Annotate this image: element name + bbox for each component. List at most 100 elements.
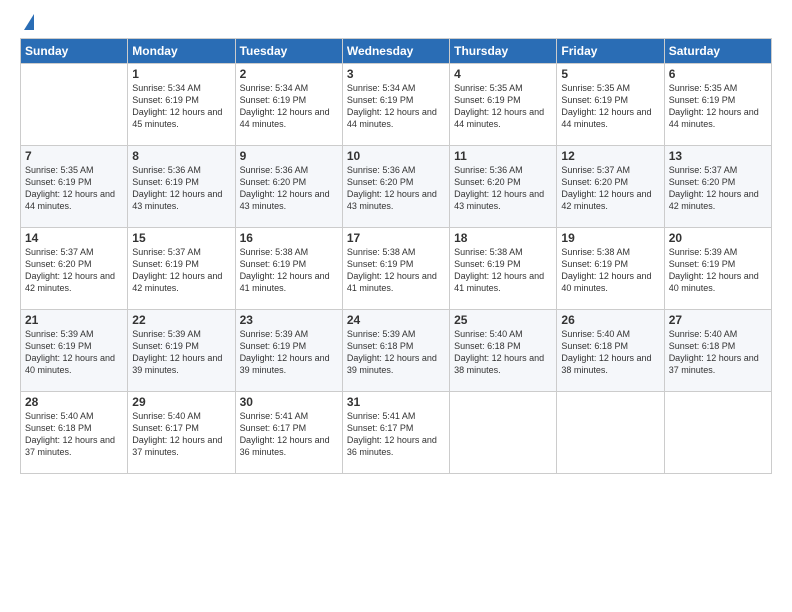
calendar-cell: 10Sunrise: 5:36 AM Sunset: 6:20 PM Dayli… bbox=[342, 146, 449, 228]
day-number: 9 bbox=[240, 149, 338, 163]
day-info: Sunrise: 5:35 AM Sunset: 6:19 PM Dayligh… bbox=[25, 164, 123, 213]
day-number: 26 bbox=[561, 313, 659, 327]
day-number: 8 bbox=[132, 149, 230, 163]
day-number: 16 bbox=[240, 231, 338, 245]
calendar-cell: 28Sunrise: 5:40 AM Sunset: 6:18 PM Dayli… bbox=[21, 392, 128, 474]
day-info: Sunrise: 5:38 AM Sunset: 6:19 PM Dayligh… bbox=[240, 246, 338, 295]
calendar-cell: 1Sunrise: 5:34 AM Sunset: 6:19 PM Daylig… bbox=[128, 64, 235, 146]
day-number: 29 bbox=[132, 395, 230, 409]
day-header-saturday: Saturday bbox=[664, 39, 771, 64]
day-number: 18 bbox=[454, 231, 552, 245]
calendar-cell: 5Sunrise: 5:35 AM Sunset: 6:19 PM Daylig… bbox=[557, 64, 664, 146]
day-info: Sunrise: 5:36 AM Sunset: 6:20 PM Dayligh… bbox=[454, 164, 552, 213]
day-info: Sunrise: 5:39 AM Sunset: 6:19 PM Dayligh… bbox=[669, 246, 767, 295]
day-info: Sunrise: 5:39 AM Sunset: 6:18 PM Dayligh… bbox=[347, 328, 445, 377]
calendar-cell bbox=[664, 392, 771, 474]
day-number: 22 bbox=[132, 313, 230, 327]
day-info: Sunrise: 5:35 AM Sunset: 6:19 PM Dayligh… bbox=[454, 82, 552, 131]
calendar-cell bbox=[21, 64, 128, 146]
calendar-cell: 2Sunrise: 5:34 AM Sunset: 6:19 PM Daylig… bbox=[235, 64, 342, 146]
calendar-cell: 3Sunrise: 5:34 AM Sunset: 6:19 PM Daylig… bbox=[342, 64, 449, 146]
calendar-cell: 8Sunrise: 5:36 AM Sunset: 6:19 PM Daylig… bbox=[128, 146, 235, 228]
day-number: 30 bbox=[240, 395, 338, 409]
day-number: 24 bbox=[347, 313, 445, 327]
calendar-cell: 4Sunrise: 5:35 AM Sunset: 6:19 PM Daylig… bbox=[450, 64, 557, 146]
day-info: Sunrise: 5:35 AM Sunset: 6:19 PM Dayligh… bbox=[561, 82, 659, 131]
header bbox=[20, 18, 772, 30]
calendar-cell: 20Sunrise: 5:39 AM Sunset: 6:19 PM Dayli… bbox=[664, 228, 771, 310]
day-info: Sunrise: 5:37 AM Sunset: 6:19 PM Dayligh… bbox=[132, 246, 230, 295]
calendar-cell bbox=[450, 392, 557, 474]
day-info: Sunrise: 5:41 AM Sunset: 6:17 PM Dayligh… bbox=[347, 410, 445, 459]
day-info: Sunrise: 5:38 AM Sunset: 6:19 PM Dayligh… bbox=[347, 246, 445, 295]
day-number: 25 bbox=[454, 313, 552, 327]
day-number: 31 bbox=[347, 395, 445, 409]
day-info: Sunrise: 5:36 AM Sunset: 6:20 PM Dayligh… bbox=[347, 164, 445, 213]
calendar-cell: 31Sunrise: 5:41 AM Sunset: 6:17 PM Dayli… bbox=[342, 392, 449, 474]
day-info: Sunrise: 5:40 AM Sunset: 6:18 PM Dayligh… bbox=[669, 328, 767, 377]
calendar-cell: 22Sunrise: 5:39 AM Sunset: 6:19 PM Dayli… bbox=[128, 310, 235, 392]
logo-text bbox=[20, 18, 34, 30]
calendar-table: SundayMondayTuesdayWednesdayThursdayFrid… bbox=[20, 38, 772, 474]
day-number: 28 bbox=[25, 395, 123, 409]
day-info: Sunrise: 5:41 AM Sunset: 6:17 PM Dayligh… bbox=[240, 410, 338, 459]
day-number: 7 bbox=[25, 149, 123, 163]
day-info: Sunrise: 5:34 AM Sunset: 6:19 PM Dayligh… bbox=[132, 82, 230, 131]
day-header-sunday: Sunday bbox=[21, 39, 128, 64]
calendar-header-row: SundayMondayTuesdayWednesdayThursdayFrid… bbox=[21, 39, 772, 64]
page: SundayMondayTuesdayWednesdayThursdayFrid… bbox=[0, 0, 792, 612]
day-info: Sunrise: 5:34 AM Sunset: 6:19 PM Dayligh… bbox=[347, 82, 445, 131]
day-header-wednesday: Wednesday bbox=[342, 39, 449, 64]
week-row-2: 14Sunrise: 5:37 AM Sunset: 6:20 PM Dayli… bbox=[21, 228, 772, 310]
day-info: Sunrise: 5:34 AM Sunset: 6:19 PM Dayligh… bbox=[240, 82, 338, 131]
calendar-cell: 16Sunrise: 5:38 AM Sunset: 6:19 PM Dayli… bbox=[235, 228, 342, 310]
calendar-cell: 23Sunrise: 5:39 AM Sunset: 6:19 PM Dayli… bbox=[235, 310, 342, 392]
calendar-cell: 18Sunrise: 5:38 AM Sunset: 6:19 PM Dayli… bbox=[450, 228, 557, 310]
day-number: 2 bbox=[240, 67, 338, 81]
day-number: 6 bbox=[669, 67, 767, 81]
week-row-0: 1Sunrise: 5:34 AM Sunset: 6:19 PM Daylig… bbox=[21, 64, 772, 146]
day-info: Sunrise: 5:40 AM Sunset: 6:18 PM Dayligh… bbox=[454, 328, 552, 377]
day-number: 11 bbox=[454, 149, 552, 163]
logo-triangle-icon bbox=[24, 14, 34, 30]
calendar-cell: 17Sunrise: 5:38 AM Sunset: 6:19 PM Dayli… bbox=[342, 228, 449, 310]
day-info: Sunrise: 5:39 AM Sunset: 6:19 PM Dayligh… bbox=[25, 328, 123, 377]
day-header-friday: Friday bbox=[557, 39, 664, 64]
day-number: 23 bbox=[240, 313, 338, 327]
day-info: Sunrise: 5:35 AM Sunset: 6:19 PM Dayligh… bbox=[669, 82, 767, 131]
day-number: 27 bbox=[669, 313, 767, 327]
day-info: Sunrise: 5:36 AM Sunset: 6:19 PM Dayligh… bbox=[132, 164, 230, 213]
calendar-cell: 21Sunrise: 5:39 AM Sunset: 6:19 PM Dayli… bbox=[21, 310, 128, 392]
calendar-cell: 12Sunrise: 5:37 AM Sunset: 6:20 PM Dayli… bbox=[557, 146, 664, 228]
day-info: Sunrise: 5:37 AM Sunset: 6:20 PM Dayligh… bbox=[25, 246, 123, 295]
calendar-cell: 26Sunrise: 5:40 AM Sunset: 6:18 PM Dayli… bbox=[557, 310, 664, 392]
day-header-tuesday: Tuesday bbox=[235, 39, 342, 64]
day-number: 15 bbox=[132, 231, 230, 245]
day-number: 13 bbox=[669, 149, 767, 163]
day-number: 4 bbox=[454, 67, 552, 81]
day-info: Sunrise: 5:37 AM Sunset: 6:20 PM Dayligh… bbox=[561, 164, 659, 213]
day-info: Sunrise: 5:40 AM Sunset: 6:18 PM Dayligh… bbox=[561, 328, 659, 377]
day-header-monday: Monday bbox=[128, 39, 235, 64]
calendar-cell bbox=[557, 392, 664, 474]
day-number: 14 bbox=[25, 231, 123, 245]
day-number: 1 bbox=[132, 67, 230, 81]
calendar-cell: 6Sunrise: 5:35 AM Sunset: 6:19 PM Daylig… bbox=[664, 64, 771, 146]
day-info: Sunrise: 5:38 AM Sunset: 6:19 PM Dayligh… bbox=[454, 246, 552, 295]
calendar-cell: 19Sunrise: 5:38 AM Sunset: 6:19 PM Dayli… bbox=[557, 228, 664, 310]
day-number: 21 bbox=[25, 313, 123, 327]
day-info: Sunrise: 5:36 AM Sunset: 6:20 PM Dayligh… bbox=[240, 164, 338, 213]
calendar-cell: 11Sunrise: 5:36 AM Sunset: 6:20 PM Dayli… bbox=[450, 146, 557, 228]
calendar-cell: 25Sunrise: 5:40 AM Sunset: 6:18 PM Dayli… bbox=[450, 310, 557, 392]
calendar-cell: 30Sunrise: 5:41 AM Sunset: 6:17 PM Dayli… bbox=[235, 392, 342, 474]
calendar-cell: 27Sunrise: 5:40 AM Sunset: 6:18 PM Dayli… bbox=[664, 310, 771, 392]
day-header-thursday: Thursday bbox=[450, 39, 557, 64]
calendar-cell: 15Sunrise: 5:37 AM Sunset: 6:19 PM Dayli… bbox=[128, 228, 235, 310]
calendar-cell: 29Sunrise: 5:40 AM Sunset: 6:17 PM Dayli… bbox=[128, 392, 235, 474]
week-row-4: 28Sunrise: 5:40 AM Sunset: 6:18 PM Dayli… bbox=[21, 392, 772, 474]
calendar-cell: 7Sunrise: 5:35 AM Sunset: 6:19 PM Daylig… bbox=[21, 146, 128, 228]
day-info: Sunrise: 5:37 AM Sunset: 6:20 PM Dayligh… bbox=[669, 164, 767, 213]
logo bbox=[20, 18, 34, 30]
week-row-1: 7Sunrise: 5:35 AM Sunset: 6:19 PM Daylig… bbox=[21, 146, 772, 228]
day-number: 19 bbox=[561, 231, 659, 245]
